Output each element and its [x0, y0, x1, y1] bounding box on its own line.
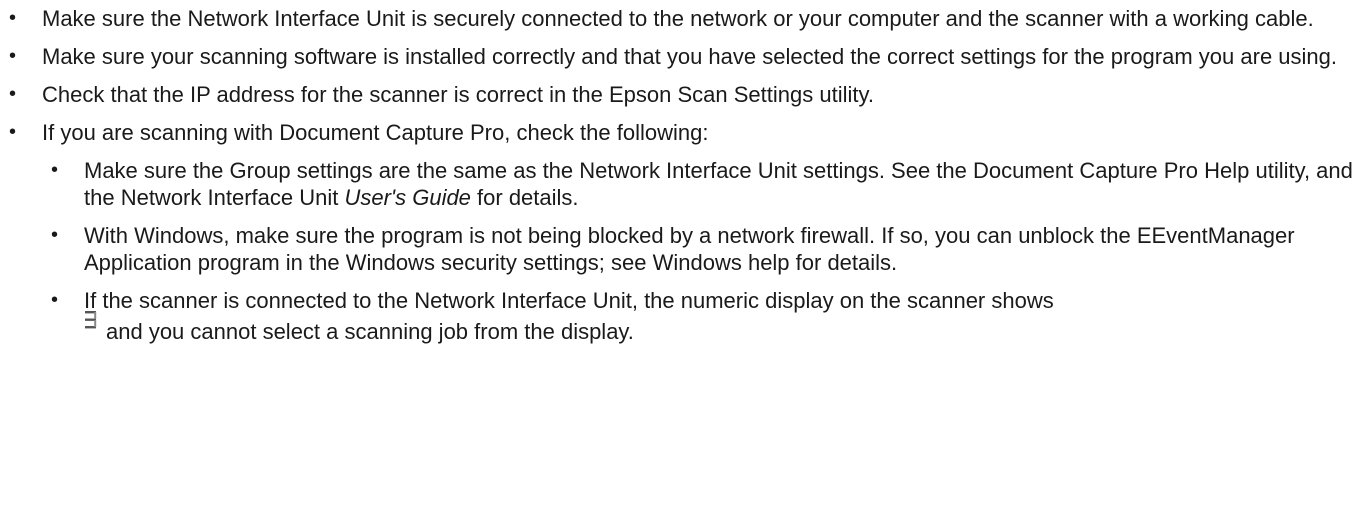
- troubleshooting-list-document: • Make sure the Network Interface Unit i…: [0, 0, 1361, 350]
- list-item: • Make sure the Network Interface Unit i…: [0, 5, 1361, 32]
- list-item-text: Make sure your scanning software is inst…: [42, 44, 1337, 69]
- bullet-icon: •: [9, 121, 17, 143]
- bullet-icon: •: [9, 45, 17, 67]
- users-guide-title: User's Guide: [344, 185, 471, 210]
- segment-display-icon: [84, 306, 98, 329]
- bullet-icon: •: [51, 159, 59, 181]
- sub-list-item-text-end: and you cannot select a scanning job fro…: [106, 319, 634, 344]
- list-item-text: Check that the IP address for the scanne…: [42, 82, 874, 107]
- list-item-text: Make sure the Network Interface Unit is …: [42, 6, 1314, 31]
- sub-list-item: • Make sure the Group settings are the s…: [42, 157, 1361, 211]
- sub-list-item-text: Make sure the Group settings are the sam…: [84, 158, 1353, 210]
- bullet-list: • Make sure the Network Interface Unit i…: [0, 5, 1361, 350]
- sub-list-item-text: If the scanner is connected to the Netwo…: [84, 288, 1054, 313]
- bullet-icon: •: [51, 224, 59, 246]
- sub-list-item: • If the scanner is connected to the Net…: [42, 287, 1361, 350]
- sub-list-item-text-end: for details.: [470, 185, 579, 210]
- list-item: • Check that the IP address for the scan…: [0, 81, 1361, 108]
- list-item-text: If you are scanning with Document Captur…: [42, 120, 709, 145]
- sub-bullet-list: • Make sure the Group settings are the s…: [42, 157, 1361, 350]
- list-item: • Make sure your scanning software is in…: [0, 43, 1361, 70]
- bullet-icon: •: [9, 7, 17, 29]
- list-item: • If you are scanning with Document Capt…: [0, 119, 1361, 350]
- bullet-icon: •: [9, 83, 17, 105]
- bullet-icon: •: [51, 289, 59, 311]
- sub-list-item: • With Windows, make sure the program is…: [42, 222, 1361, 276]
- sub-list-item-text: With Windows, make sure the program is n…: [84, 223, 1295, 275]
